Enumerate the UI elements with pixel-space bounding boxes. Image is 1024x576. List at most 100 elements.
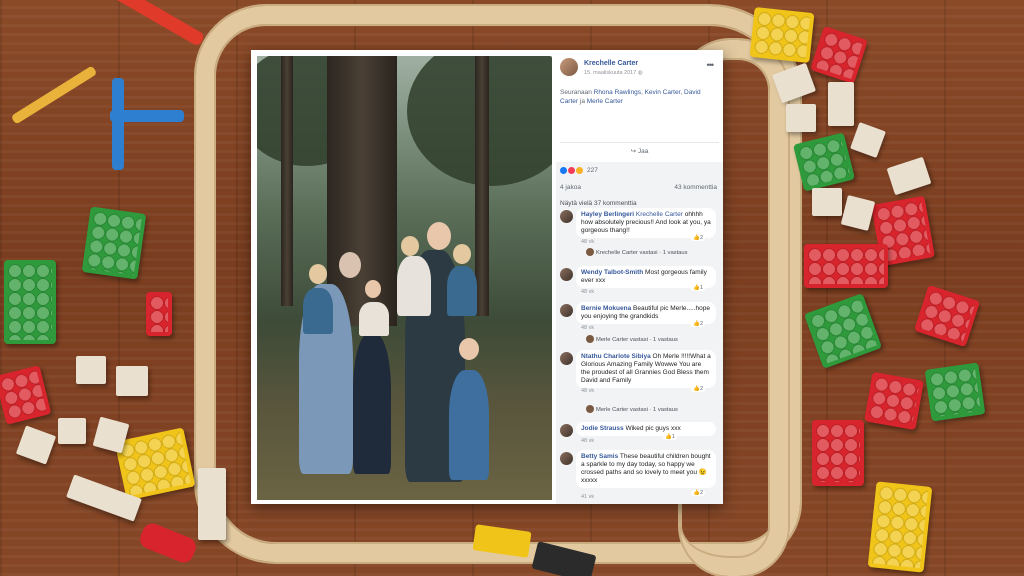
post-sidebar: Krechelle Carter 15. maaliskuuta 2017 ◍ … bbox=[556, 50, 723, 504]
tree-trunk bbox=[475, 56, 489, 316]
comment-time[interactable]: 48 vk bbox=[581, 289, 594, 295]
wow-icon bbox=[576, 167, 583, 174]
green-brick bbox=[4, 260, 56, 344]
red-brick bbox=[804, 244, 888, 288]
father-head bbox=[427, 222, 451, 250]
wood-cube bbox=[828, 82, 854, 126]
comment-bubble: Hayley Berlingeri Krechelle Carter ohhhh… bbox=[576, 208, 716, 238]
reply-avatar bbox=[586, 335, 594, 343]
comment-like-count[interactable]: 👍2 bbox=[691, 321, 705, 327]
like-icon: 👍 bbox=[693, 285, 700, 291]
wood-cube bbox=[812, 188, 842, 216]
more-options-icon[interactable]: ••• bbox=[707, 60, 715, 70]
view-more-comments-link[interactable]: Näytä vielä 37 kommenttia bbox=[560, 200, 637, 207]
comment-bubble: Ntathu Charlote Sibiya Oh Merle !!!!!Wha… bbox=[576, 350, 716, 388]
comment-time[interactable]: 41 vk bbox=[581, 494, 594, 500]
toddler-figure bbox=[397, 256, 431, 316]
comment-time[interactable]: 48 vk bbox=[581, 388, 594, 394]
commenter-avatar[interactable] bbox=[560, 210, 573, 223]
toddler-head bbox=[309, 264, 327, 284]
red-brick bbox=[812, 420, 864, 486]
like-icon bbox=[560, 167, 567, 174]
comment: Hayley Berlingeri Krechelle Carter ohhhh… bbox=[560, 208, 719, 256]
commenter-avatar[interactable] bbox=[560, 268, 573, 281]
comment-time[interactable]: 48 vk bbox=[581, 438, 594, 444]
comment-time[interactable]: 48 vk bbox=[581, 239, 594, 245]
share-count[interactable]: 4 jakoa bbox=[560, 184, 581, 191]
baby-figure bbox=[359, 302, 389, 336]
tagged-link[interactable]: Merle Carter bbox=[587, 98, 623, 105]
yellow-brick bbox=[867, 481, 933, 573]
green-brick bbox=[81, 206, 147, 280]
wood-cube bbox=[886, 156, 932, 196]
green-brick bbox=[924, 362, 986, 422]
baby-head bbox=[365, 280, 381, 298]
tree-trunk bbox=[281, 56, 293, 306]
reply-summary[interactable]: Merle Carter vastasi · 1 vastaus bbox=[586, 405, 678, 413]
comment-time[interactable]: 48 vk bbox=[581, 325, 594, 331]
comment-like-count[interactable]: 👍2 bbox=[691, 235, 705, 241]
reply-summary[interactable]: Krechelle Carter vastasi · 1 vastaus bbox=[586, 248, 688, 256]
commenter-avatar[interactable] bbox=[560, 352, 573, 365]
comment-mention[interactable]: Krechelle Carter bbox=[636, 211, 683, 218]
facebook-post-card: Krechelle Carter 15. maaliskuuta 2017 ◍ … bbox=[251, 50, 723, 504]
green-brick bbox=[803, 293, 883, 369]
like-icon: 👍 bbox=[693, 321, 700, 327]
like-icon: 👍 bbox=[693, 235, 700, 241]
love-icon bbox=[568, 167, 575, 174]
red-brick bbox=[810, 26, 868, 84]
yellow-brick bbox=[749, 7, 815, 63]
child-figure bbox=[449, 370, 489, 480]
comment-count[interactable]: 43 kommenttia bbox=[674, 184, 717, 191]
comment-bubble: Betty Samis These beautiful children bou… bbox=[576, 450, 716, 488]
comment-like-count[interactable]: 👍1 bbox=[663, 434, 677, 440]
comment-like-count[interactable]: 👍2 bbox=[691, 490, 705, 496]
commenter-name[interactable]: Jodie Strauss bbox=[581, 425, 624, 432]
child-figure bbox=[353, 334, 391, 474]
wood-cube bbox=[58, 418, 86, 444]
comment: Wendy Talbot-Smith Most gorgeous family … bbox=[560, 266, 719, 300]
green-brick bbox=[792, 132, 856, 192]
post-date[interactable]: 15. maaliskuuta 2017 ◍ bbox=[584, 70, 643, 76]
commenter-avatar[interactable] bbox=[560, 304, 573, 317]
commenter-name[interactable]: Bernie Mokuena bbox=[581, 305, 631, 312]
tagged-link[interactable]: Rhona Rawlings bbox=[594, 89, 641, 96]
red-brick bbox=[146, 292, 172, 336]
tagged-link[interactable]: Kevin Carter bbox=[645, 89, 681, 96]
toddler-figure bbox=[447, 266, 477, 316]
wood-cube bbox=[850, 122, 886, 158]
reply-avatar bbox=[586, 248, 594, 256]
wood-cube bbox=[15, 425, 57, 465]
author-avatar[interactable] bbox=[560, 58, 578, 76]
comment: Jodie Strauss Wiked pic guys xxx 48 vk 👍… bbox=[560, 422, 719, 448]
family-photo[interactable] bbox=[257, 56, 552, 500]
author-name[interactable]: Krechelle Carter bbox=[584, 60, 638, 67]
like-icon: 👍 bbox=[693, 490, 700, 496]
toy-screwdriver bbox=[10, 65, 98, 125]
wood-cube bbox=[116, 366, 148, 396]
share-button[interactable]: ↪ Jaa bbox=[560, 142, 719, 161]
commenter-name[interactable]: Wendy Talbot-Smith bbox=[581, 269, 643, 276]
comment-like-count[interactable]: 👍1 bbox=[691, 285, 705, 291]
comment-bubble: Jodie Strauss Wiked pic guys xxx bbox=[576, 422, 716, 436]
commenter-name[interactable]: Ntathu Charlote Sibiya bbox=[581, 353, 651, 360]
reply-summary[interactable]: Merle Carter vastasi · 1 vastaus bbox=[586, 335, 678, 343]
reaction-summary[interactable]: 227 bbox=[560, 167, 598, 174]
commenter-avatar[interactable] bbox=[560, 452, 573, 465]
toy-hammer bbox=[94, 0, 206, 48]
comment-like-count[interactable]: 👍2 bbox=[691, 386, 705, 392]
comment: Bernie Mokuena Beautiful pic Merle.....h… bbox=[560, 302, 719, 348]
globe-icon: ◍ bbox=[637, 70, 643, 76]
wood-cube bbox=[840, 195, 876, 231]
commenter-name[interactable]: Hayley Berlingeri bbox=[581, 211, 634, 218]
commenter-name[interactable]: Betty Samis bbox=[581, 453, 618, 460]
toy-wrench-handle bbox=[112, 78, 124, 170]
commenter-avatar[interactable] bbox=[560, 424, 573, 437]
post-header: Krechelle Carter 15. maaliskuuta 2017 ◍ … bbox=[560, 58, 719, 82]
mother-head bbox=[339, 252, 361, 278]
tree-trunk bbox=[327, 56, 397, 326]
reply-avatar bbox=[586, 405, 594, 413]
toddler-head bbox=[401, 236, 419, 256]
red-brick bbox=[913, 284, 981, 348]
toy-car bbox=[137, 520, 199, 566]
